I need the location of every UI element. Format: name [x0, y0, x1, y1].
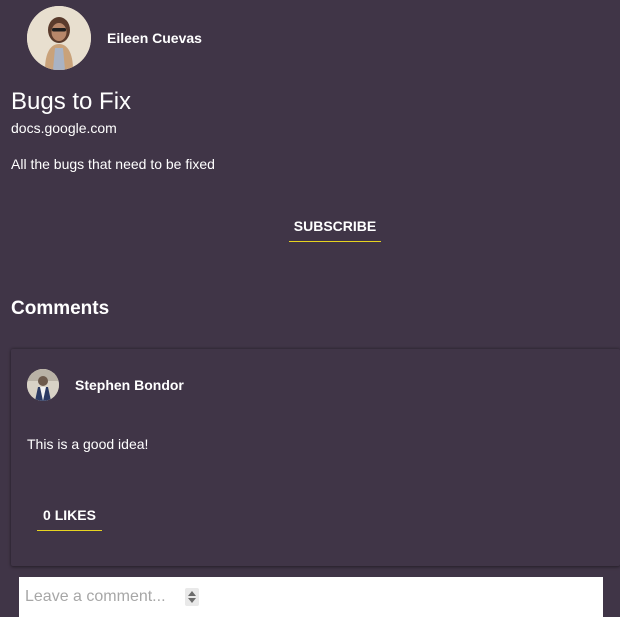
comment-author: Stephen Bondor [27, 369, 184, 401]
post-author: Eileen Cuevas [27, 6, 202, 70]
commenter-name[interactable]: Stephen Bondor [75, 377, 184, 393]
comment-input-container [19, 577, 603, 617]
commenter-avatar-image [27, 369, 59, 401]
likes-button[interactable]: 0 LIKES [37, 499, 102, 531]
comment-input[interactable] [19, 577, 179, 617]
post-description: All the bugs that need to be fixed [11, 156, 215, 172]
post-title: Bugs to Fix [11, 88, 132, 115]
author-name[interactable]: Eileen Cuevas [107, 30, 202, 46]
comment-card: Stephen Bondor This is a good idea! 0 LI… [11, 349, 620, 566]
comment-text: This is a good idea! [27, 436, 149, 452]
commenter-avatar[interactable] [27, 369, 59, 401]
comments-heading: Comments [11, 298, 110, 319]
subscribe-button[interactable]: SUBSCRIBE [289, 210, 381, 242]
post-domain[interactable]: docs.google.com [11, 119, 117, 137]
resize-handle-icon[interactable] [185, 588, 199, 606]
author-avatar[interactable] [27, 6, 91, 70]
resize-arrows-icon [188, 591, 196, 603]
author-avatar-image [27, 6, 91, 70]
